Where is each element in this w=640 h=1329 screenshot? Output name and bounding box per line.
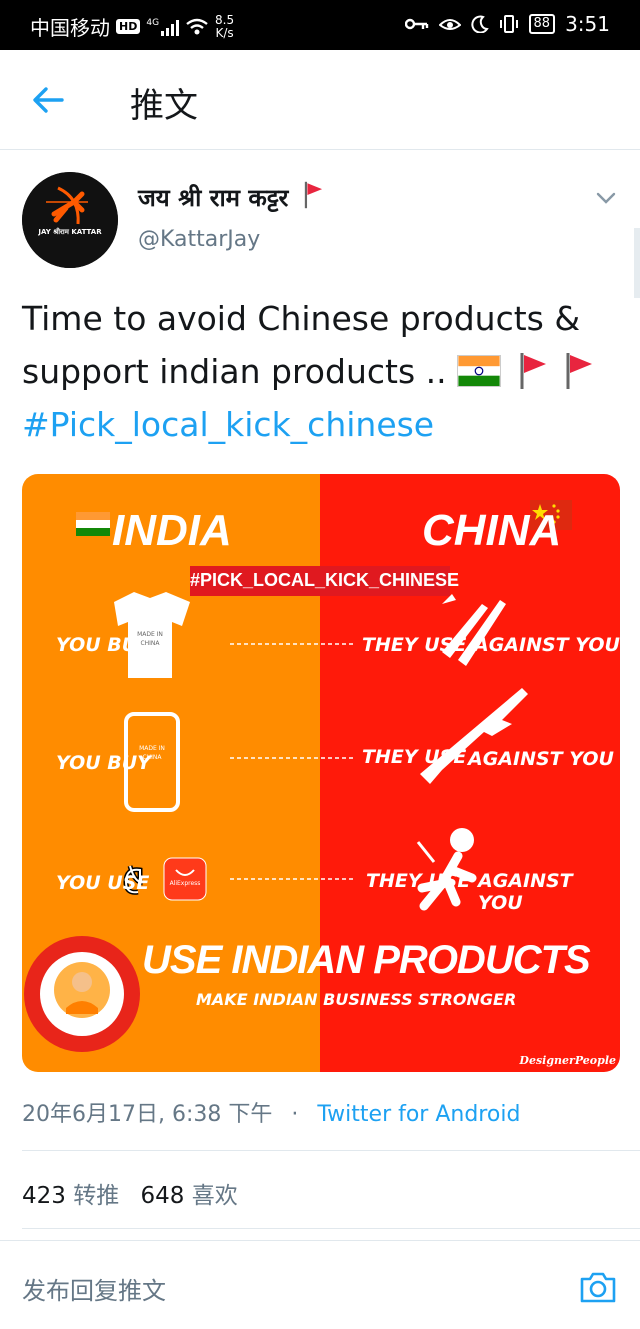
- poster-row3-theyuse: THEY USE: [366, 870, 471, 892]
- like-stat[interactable]: 648 喜欢: [141, 1183, 238, 1209]
- tweet-text-line2-row: support indian products ..: [22, 345, 622, 398]
- poster-row2-madein: MADE IN CHINA: [139, 745, 165, 761]
- poster-title-india: INDIA: [112, 506, 232, 555]
- meta-separator: ·: [291, 1102, 299, 1127]
- app-bar: 推文: [0, 50, 640, 150]
- vibrate-icon: [499, 15, 518, 33]
- display-name[interactable]: जय श्री राम कट्टर: [138, 180, 325, 214]
- signal-icon: 4G: [146, 17, 180, 36]
- poster-row3-left: YOU USE: [56, 872, 150, 894]
- divider: [22, 1150, 640, 1151]
- network-type-label: 4G: [146, 17, 160, 28]
- battery-icon: 88: [528, 14, 556, 34]
- engagement-stats: 423 转推 648 喜欢: [22, 1176, 238, 1210]
- poster-row2-left: YOU BUY: [56, 752, 151, 774]
- chevron-down-icon[interactable]: [594, 186, 618, 210]
- tweet-meta: 20年6月17日, 6:38 下午 · Twitter for Android: [22, 1096, 520, 1128]
- reply-bar[interactable]: 发布回复推文: [0, 1240, 640, 1329]
- poster-subcta: MAKE INDIAN BUSINESS STRONGER: [196, 990, 517, 1009]
- avatar[interactable]: JAY श्रीराम KATTAR: [22, 172, 118, 268]
- poster-row2-theyuse: THEY USE: [362, 746, 467, 768]
- like-count: 648: [140, 1183, 185, 1209]
- poster-row3-app: AliExpress: [169, 880, 201, 887]
- camera-icon[interactable]: [578, 1267, 618, 1307]
- red-flag-icon: [304, 181, 322, 209]
- back-arrow-icon[interactable]: [28, 80, 68, 120]
- network-speed: 8.5 K/s: [215, 12, 235, 40]
- poster-title-china: CHINA: [422, 506, 562, 555]
- wifi-icon: [186, 18, 208, 34]
- poster-row1-madein: MADE IN CHINA: [137, 631, 163, 647]
- poster-row3-against: AGAINST YOU: [478, 870, 573, 914]
- avatar-text: JAY श्रीराम KATTAR: [38, 228, 102, 236]
- tweet-text-line1: Time to avoid Chinese products &: [22, 299, 581, 338]
- poster-cta: USE INDIAN PRODUCTS: [142, 938, 591, 982]
- key-icon: [404, 18, 428, 30]
- poster-row1-theyuse: THEY USE: [362, 634, 467, 656]
- scrollbar[interactable]: [634, 228, 640, 298]
- retweet-stat[interactable]: 423 转推: [22, 1183, 127, 1209]
- retweet-label: 转推: [73, 1183, 120, 1209]
- clock: 3:51: [565, 12, 610, 36]
- like-label: 喜欢: [191, 1183, 238, 1209]
- poster-row1-against: AGAINST YOU: [474, 634, 620, 656]
- carrier-label: 中国移动: [30, 16, 110, 40]
- tweet-text-line2: support indian products ..: [22, 352, 447, 391]
- moon-icon: [470, 15, 489, 33]
- source-link[interactable]: Twitter for Android: [317, 1102, 520, 1127]
- tweet-image[interactable]: INDIA CHINA #PICK_LOCAL_KICK_CHINESE YOU…: [22, 474, 620, 1072]
- red-flag-icon: [566, 353, 593, 389]
- speed-unit: K/s: [215, 25, 234, 40]
- hashtag-link[interactable]: #Pick_local_kick_chinese: [22, 398, 622, 451]
- user-handle[interactable]: @KattarJay: [138, 227, 260, 252]
- page-title: 推文: [130, 86, 198, 126]
- display-name-text: जय श्री राम कट्टर: [138, 184, 289, 212]
- retweet-count: 423: [22, 1183, 66, 1209]
- red-flag-icon: [520, 353, 546, 389]
- hd-icon: HD: [116, 19, 141, 34]
- speed-value: 8.5: [215, 12, 235, 27]
- poster-row2-against: AGAINST YOU: [468, 748, 614, 770]
- status-bar: 中国移动 HD 4G 8.5 K/s 88 3:51: [0, 0, 640, 50]
- timestamp: 20年6月17日, 6:38 下午: [22, 1102, 273, 1127]
- reply-input[interactable]: 发布回复推文: [22, 1271, 166, 1306]
- avatar-archer-icon: [22, 172, 118, 268]
- divider: [22, 1228, 640, 1229]
- poster-credit: DesignerPeople: [519, 1054, 616, 1067]
- tweet-text: Time to avoid Chinese products & support…: [22, 292, 622, 451]
- eye-comfort-icon: [438, 19, 461, 30]
- india-flag-icon: [457, 355, 502, 387]
- poster-banner: #PICK_LOCAL_KICK_CHINESE: [190, 570, 460, 590]
